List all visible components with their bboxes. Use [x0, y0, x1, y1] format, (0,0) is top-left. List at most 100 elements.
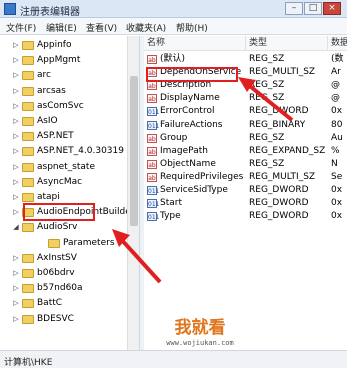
- value-row[interactable]: 011 ServiceSidType REG_DWORD 0x: [144, 184, 347, 197]
- tree-item[interactable]: ▷ arcsas: [0, 84, 139, 99]
- tree-item[interactable]: ▷ asComSvc: [0, 99, 139, 114]
- watermark-logo-text: 我就看: [174, 318, 226, 338]
- tree-item[interactable]: ▷ ASP.NET: [0, 129, 139, 144]
- tree-item[interactable]: ▷ AudioEndpointBuilde: [0, 205, 139, 220]
- expand-arrow-icon[interactable]: ▷: [12, 312, 20, 327]
- tree-scroll-thumb[interactable]: [130, 76, 138, 226]
- string-value-icon: ab: [147, 55, 157, 64]
- tree-item-label: AudioSrv: [37, 222, 78, 233]
- value-row[interactable]: 011 Start REG_DWORD 0x: [144, 197, 347, 210]
- expand-arrow-icon[interactable]: ▷: [12, 160, 20, 175]
- expand-arrow-icon[interactable]: ▷: [12, 266, 20, 281]
- expand-arrow-icon[interactable]: ▷: [12, 281, 20, 296]
- window-title: 注册表编辑器: [20, 7, 80, 18]
- value-type: REG_MULTI_SZ: [249, 171, 316, 182]
- column-header-data[interactable]: 数据: [328, 36, 347, 51]
- tree-item[interactable]: Parameters: [0, 236, 139, 251]
- value-name: DependOnService: [160, 67, 242, 78]
- menu-favorites[interactable]: 收藏夹(A): [126, 21, 166, 34]
- folder-icon: [22, 86, 34, 96]
- tree-item[interactable]: ▷ AppMgmt: [0, 53, 139, 68]
- value-data: Ar: [331, 67, 341, 78]
- expand-arrow-icon[interactable]: ▷: [12, 144, 20, 159]
- value-data: (数: [331, 54, 344, 64]
- tree-item[interactable]: ▷ arc: [0, 68, 139, 83]
- expand-arrow-icon[interactable]: ▷: [12, 99, 20, 114]
- folder-icon: [22, 41, 34, 50]
- value-type: REG_SZ: [249, 80, 285, 91]
- expand-arrow-icon[interactable]: ▷: [12, 175, 20, 190]
- column-header-type[interactable]: 类型: [246, 36, 328, 51]
- value-row[interactable]: ab Description REG_SZ @: [144, 79, 347, 92]
- value-row[interactable]: ab ObjectName REG_SZ N: [144, 158, 347, 171]
- expand-arrow-icon[interactable]: ▷: [12, 68, 20, 83]
- expand-arrow-icon[interactable]: ▷: [12, 251, 20, 266]
- string-value-icon: ab: [147, 172, 157, 182]
- tree-item-label: BattC: [37, 298, 63, 309]
- value-data: %: [331, 145, 340, 156]
- value-list[interactable]: 名称 类型 数据 ab (默认) REG_SZ (数 ab DependOnService…: [144, 36, 347, 350]
- status-path: 计算机\HKE: [4, 358, 53, 368]
- tree-item-label: atapi: [37, 192, 60, 202]
- tree-item[interactable]: ▷ atapi: [0, 190, 139, 205]
- value-name: ErrorControl: [160, 106, 215, 117]
- value-row[interactable]: 011 ErrorControl REG_DWORD 0x: [144, 105, 347, 118]
- value-row[interactable]: ab RequiredPrivileges REG_MULTI_SZ Se: [144, 171, 347, 184]
- value-row[interactable]: ab DisplayName REG_SZ @: [144, 92, 347, 105]
- close-button[interactable]: ×: [323, 2, 341, 15]
- value-type: REG_SZ: [249, 93, 285, 104]
- value-data: 0x: [331, 185, 343, 195]
- expand-arrow-icon[interactable]: ▷: [12, 53, 20, 68]
- value-row[interactable]: ab Group REG_SZ Au: [144, 132, 347, 145]
- value-row[interactable]: ab DependOnService REG_MULTI_SZ Ar: [144, 66, 347, 79]
- string-value-icon: ab: [147, 159, 157, 169]
- value-row[interactable]: 011 Type REG_DWORD 0x: [144, 210, 347, 223]
- value-row[interactable]: ab (默认) REG_SZ (数: [144, 53, 347, 66]
- tree-scrollbar[interactable]: [127, 36, 139, 350]
- tree-item-label: Parameters: [63, 237, 115, 248]
- string-value-icon: ab: [147, 81, 157, 91]
- minimize-button[interactable]: –: [285, 2, 303, 15]
- expand-arrow-icon[interactable]: ◢: [12, 220, 20, 235]
- menu-edit[interactable]: 编辑(E): [46, 21, 77, 34]
- key-tree[interactable]: ▷ Appinfo ▷ AppMgmt ▷ arc ▷ arcsas ▷ asComSvc ▷ AsI…: [0, 36, 140, 350]
- column-header-name[interactable]: 名称: [144, 36, 246, 51]
- tree-item[interactable]: ▷ BDESVC: [0, 312, 139, 327]
- tree-item[interactable]: ▷ aspnet_state: [0, 160, 139, 175]
- expand-arrow-icon[interactable]: ▷: [12, 190, 20, 205]
- expand-arrow-icon[interactable]: ▷: [12, 84, 20, 99]
- folder-icon: [22, 71, 34, 81]
- menu-bar: 文件(F) 编辑(E) 查看(V) 收藏夹(A) 帮助(H): [0, 18, 347, 35]
- value-row[interactable]: ab ImagePath REG_EXPAND_SZ%: [144, 145, 347, 158]
- value-data: Au: [331, 132, 343, 143]
- menu-help[interactable]: 帮助(H): [176, 21, 208, 34]
- tree-item[interactable]: ▷ b06bdrv: [0, 266, 139, 281]
- regedit-app-icon: [4, 3, 16, 15]
- value-data: @: [331, 93, 340, 104]
- tree-item[interactable]: ▷ BattC: [0, 296, 139, 311]
- tree-item[interactable]: ▷ AsIO: [0, 114, 139, 129]
- expand-arrow-icon[interactable]: ▷: [12, 296, 20, 311]
- tree-item[interactable]: ▷ b57nd60a: [0, 281, 139, 296]
- value-row[interactable]: 011 FailureActions REG_BINARY 80: [144, 119, 347, 132]
- menu-view[interactable]: 查看(V): [86, 21, 117, 34]
- tree-item[interactable]: ▷ Appinfo: [0, 38, 139, 53]
- value-name: Group: [160, 132, 188, 143]
- folder-icon: [22, 101, 34, 111]
- folder-icon: [22, 132, 34, 142]
- expand-arrow-icon[interactable]: ▷: [12, 205, 20, 220]
- maximize-button[interactable]: □: [304, 2, 322, 15]
- tree-item[interactable]: ▷ ASP.NET_4.0.30319: [0, 144, 139, 159]
- tree-item[interactable]: ◢ AudioSrv: [0, 220, 139, 235]
- value-type: REG_DWORD: [249, 198, 309, 209]
- string-value-icon: ab: [147, 146, 157, 156]
- menu-file[interactable]: 文件(F): [6, 21, 36, 34]
- expand-arrow-icon[interactable]: ▷: [12, 38, 20, 53]
- tree-item[interactable]: ▷ AsyncMac: [0, 175, 139, 190]
- folder-icon: [22, 147, 34, 157]
- expand-arrow-icon[interactable]: ▷: [12, 129, 20, 144]
- value-name: Description: [160, 80, 212, 91]
- expand-arrow-icon[interactable]: ▷: [12, 114, 20, 129]
- tree-item[interactable]: ▷ AxInstSV: [0, 251, 139, 266]
- folder-icon: [22, 177, 34, 187]
